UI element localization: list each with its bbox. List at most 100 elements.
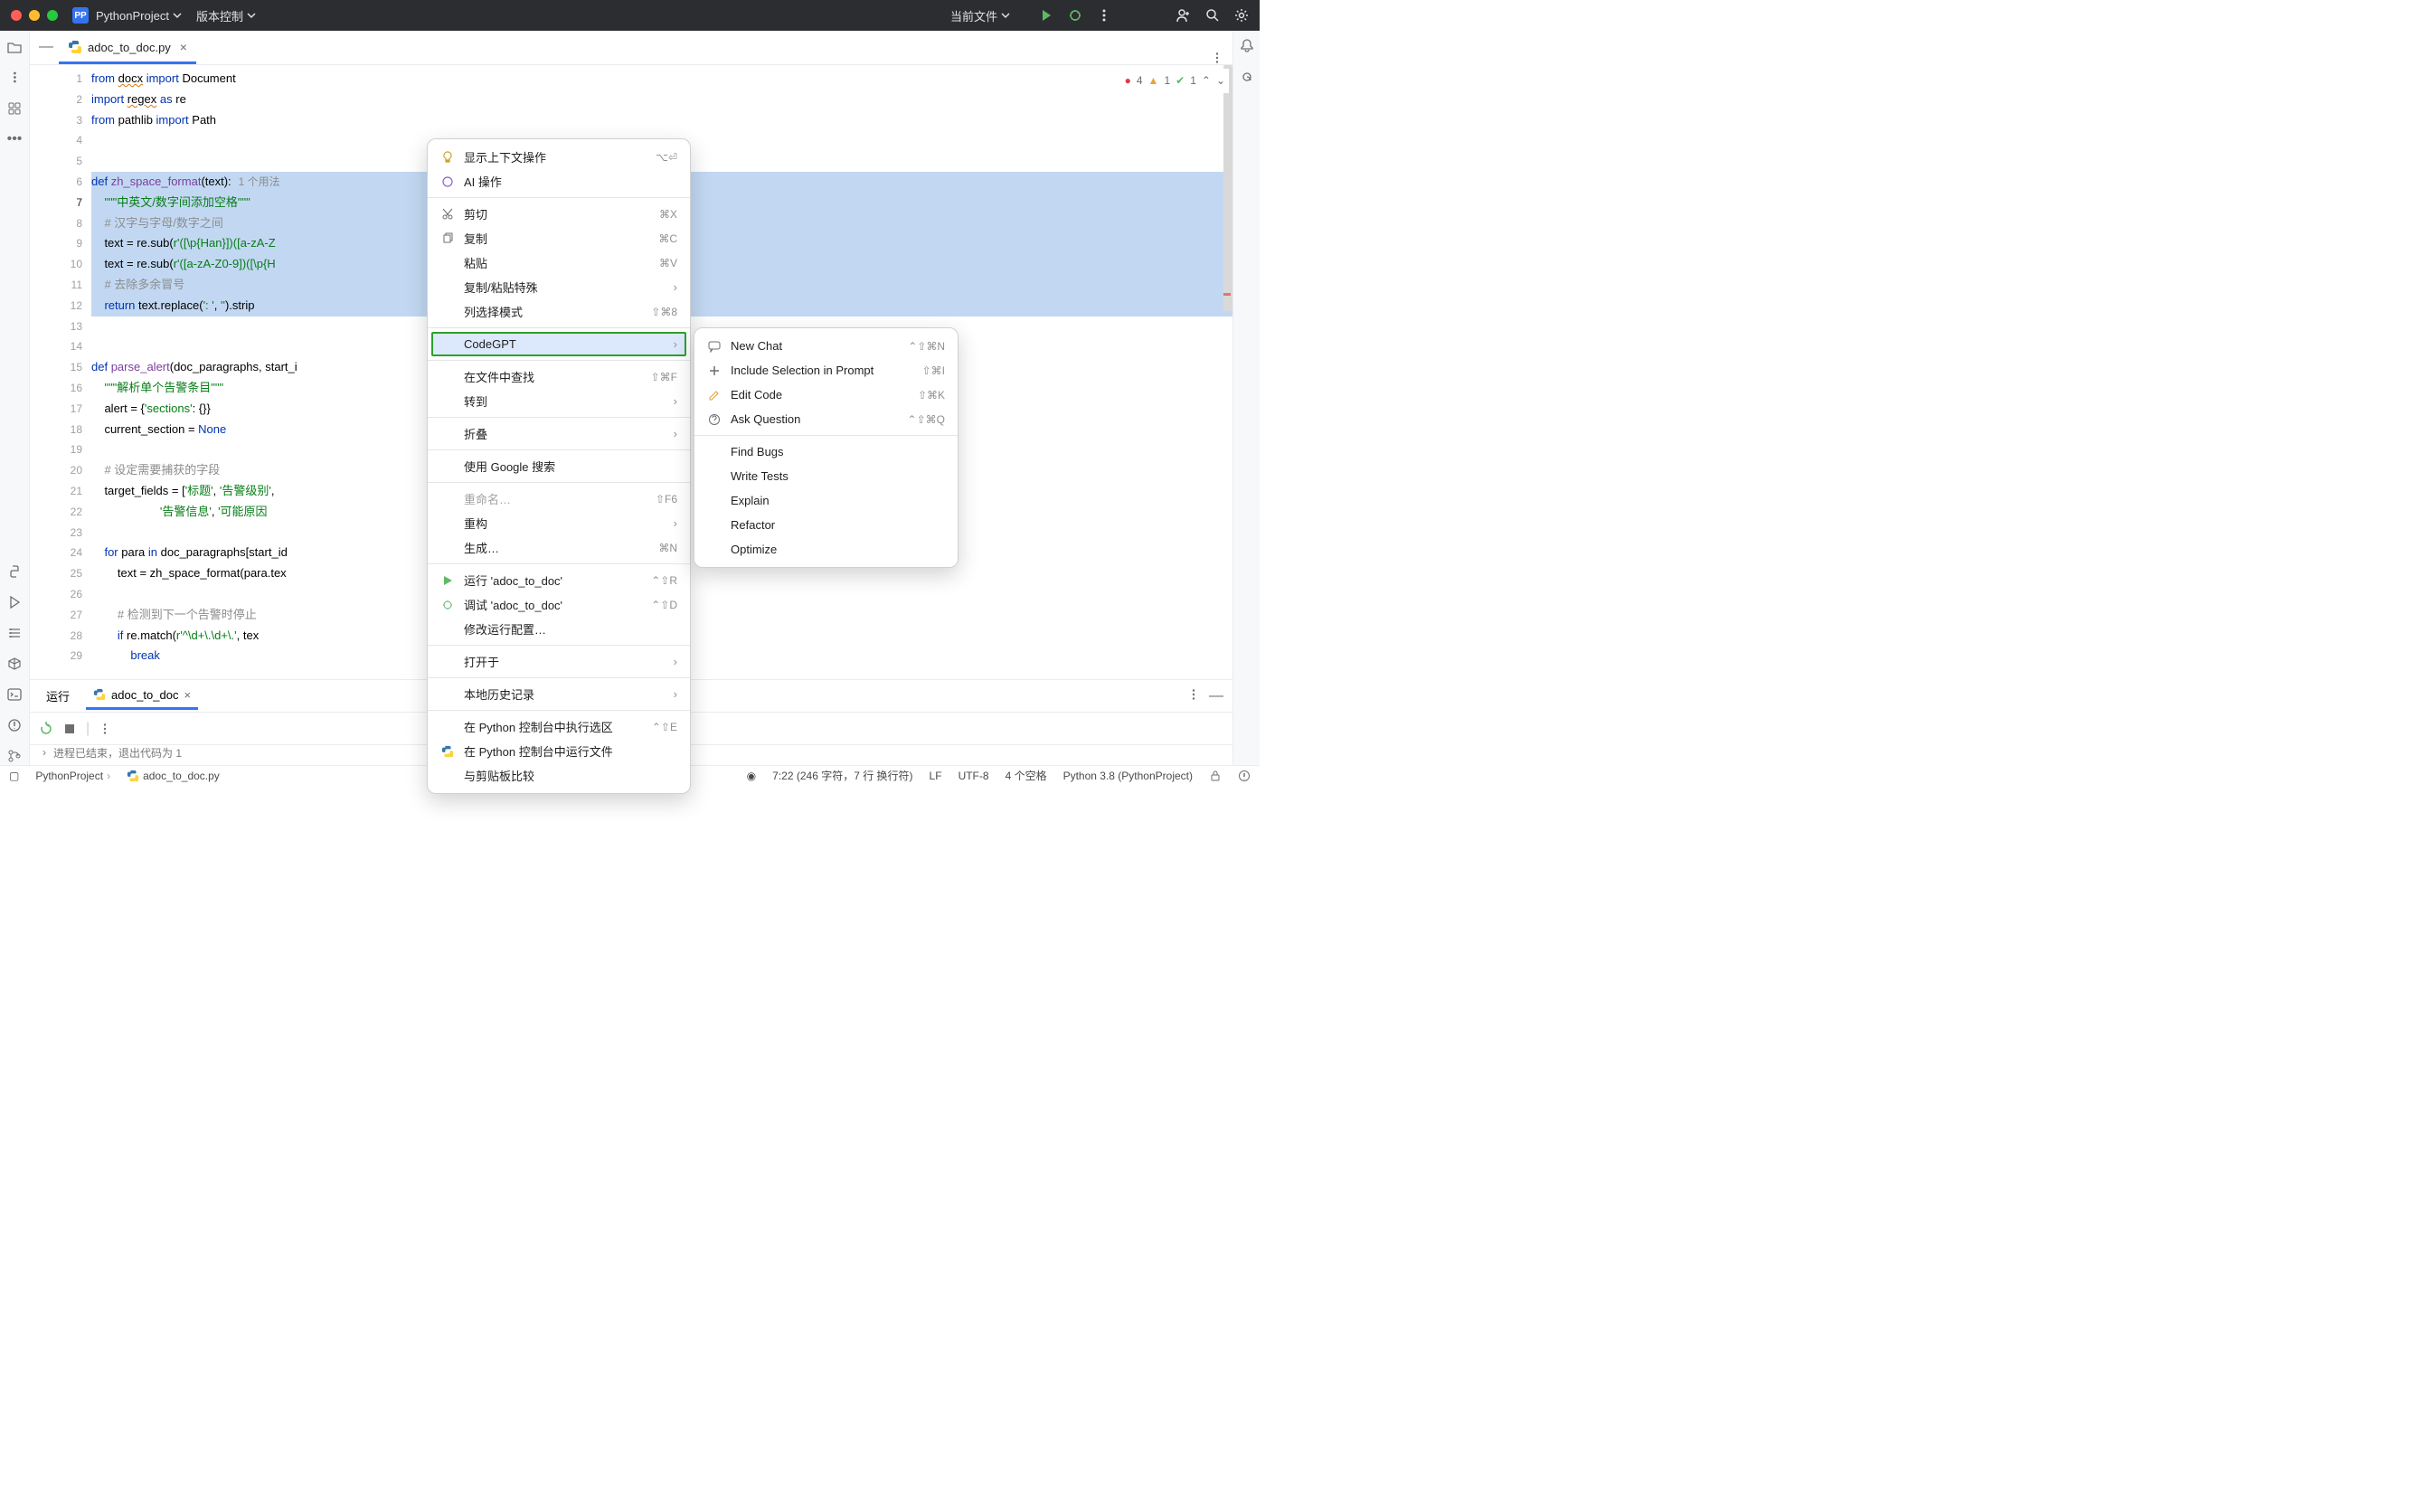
more-icon[interactable] xyxy=(1097,8,1111,23)
codegpt-submenu-item-2[interactable]: Edit Code⇧⌘K xyxy=(694,383,958,407)
notifications-icon[interactable] xyxy=(1240,38,1254,57)
context-menu-item-5[interactable]: 粘贴⌘V xyxy=(428,250,690,275)
codegpt-submenu-item-7[interactable]: Explain xyxy=(694,488,958,513)
context-menu-item-11[interactable]: 在文件中查找⇧⌘F xyxy=(428,364,690,389)
add-user-icon[interactable] xyxy=(1176,8,1191,23)
titlebar: PP PythonProject 版本控制 当前文件 xyxy=(0,0,1260,31)
context-menu-item-23[interactable]: 调试 'adoc_to_doc'⌃⇧D xyxy=(428,592,690,617)
search-icon[interactable] xyxy=(1205,8,1220,23)
menu-item-label: Edit Code xyxy=(731,388,909,402)
gear-icon[interactable] xyxy=(1234,8,1249,23)
packages-tool-icon[interactable] xyxy=(5,655,24,673)
commit-tool-icon[interactable] xyxy=(5,99,24,118)
project-tool-icon[interactable] xyxy=(5,38,24,56)
inspection-bar[interactable]: ●4 ▲1 ✔1 ⌃ ⌄ xyxy=(1121,69,1229,93)
codegpt-submenu-item-8[interactable]: Refactor xyxy=(694,513,958,537)
ai-icon xyxy=(440,175,455,189)
context-menu-item-22[interactable]: 运行 'adoc_to_doc'⌃⇧R xyxy=(428,568,690,592)
context-menu-item-20[interactable]: 生成…⌘N xyxy=(428,535,690,560)
stop-icon[interactable] xyxy=(62,722,77,736)
blank-icon xyxy=(440,337,455,352)
chevron-up-icon[interactable]: ⌃ xyxy=(1202,71,1211,91)
context-menu-item-0[interactable]: 显示上下文操作⌥⏎ xyxy=(428,145,690,169)
more-vertical-icon[interactable] xyxy=(1187,688,1200,701)
vcs-label: 版本控制 xyxy=(196,7,243,24)
project-selector[interactable]: PythonProject xyxy=(96,9,182,23)
rerun-icon[interactable] xyxy=(39,722,53,736)
run-tool-icon[interactable] xyxy=(5,593,24,611)
context-menu-item-28[interactable]: 本地历史记录› xyxy=(428,682,690,706)
shortcut: ⌃⇧⌘N xyxy=(908,340,945,353)
menu-item-label: New Chat xyxy=(731,339,899,353)
codegpt-submenu-item-6[interactable]: Write Tests xyxy=(694,464,958,488)
context-menu-item-3[interactable]: 剪切⌘X xyxy=(428,202,690,226)
chat-icon xyxy=(707,339,722,354)
context-menu-item-16[interactable]: 使用 Google 搜索 xyxy=(428,454,690,478)
close-tab-icon[interactable]: × xyxy=(180,40,187,54)
python-icon xyxy=(440,744,455,759)
cursor-position[interactable]: 7:22 (246 字符，7 行 换行符) xyxy=(772,768,912,783)
codegpt-submenu-item-5[interactable]: Find Bugs xyxy=(694,439,958,464)
debug-icon[interactable] xyxy=(1068,8,1082,23)
blank-icon xyxy=(707,494,722,508)
context-menu-item-32[interactable]: 与剪贴板比较 xyxy=(428,763,690,788)
context-menu-item-4[interactable]: 复制⌘C xyxy=(428,226,690,250)
context-menu-item-30[interactable]: 在 Python 控制台中执行选区⌃⇧E xyxy=(428,714,690,739)
context-menu-item-18: 重命名…⇧F6 xyxy=(428,487,690,511)
more-vertical-icon[interactable] xyxy=(1211,52,1223,64)
context-menu-item-7[interactable]: 列选择模式⇧⌘8 xyxy=(428,299,690,324)
more-tool-icon[interactable]: ••• xyxy=(5,130,24,148)
error-stripe[interactable] xyxy=(1222,65,1232,679)
context-menu-item-1[interactable]: AI 操作 xyxy=(428,169,690,194)
problems-tool-icon[interactable] xyxy=(5,716,24,734)
close-tab-icon[interactable]: × xyxy=(184,688,191,702)
minimize-panel-icon[interactable]: — xyxy=(1209,688,1223,704)
weak-count: 1 xyxy=(1190,71,1196,91)
vcs-tool-icon[interactable] xyxy=(5,747,24,765)
maximize-window[interactable] xyxy=(47,10,58,21)
close-window[interactable] xyxy=(11,10,22,21)
indent[interactable]: 4 个空格 xyxy=(1006,768,1047,783)
line-separator[interactable]: LF xyxy=(930,770,942,782)
interpreter[interactable]: Python 3.8 (PythonProject) xyxy=(1063,770,1193,782)
chevron-down-icon[interactable]: ⌄ xyxy=(1216,71,1225,91)
terminal-tool-icon[interactable] xyxy=(5,685,24,704)
structure-tool-icon[interactable]: ••• xyxy=(5,69,24,87)
menu-item-label: 生成… xyxy=(464,539,649,556)
context-menu-item-19[interactable]: 重构› xyxy=(428,511,690,535)
encoding[interactable]: UTF-8 xyxy=(959,770,989,782)
context-menu-item-31[interactable]: 在 Python 控制台中运行文件 xyxy=(428,739,690,763)
minimize-window[interactable] xyxy=(29,10,40,21)
run-config-selector[interactable]: 当前文件 xyxy=(950,7,1010,24)
codegpt-submenu-item-0[interactable]: New Chat ⌃⇧⌘N xyxy=(694,334,958,358)
chevron-down-icon xyxy=(247,11,256,20)
context-menu-item-24[interactable]: 修改运行配置… xyxy=(428,617,690,641)
codegpt-submenu-item-1[interactable]: Include Selection in Prompt⇧⌘I xyxy=(694,358,958,383)
python-console-icon[interactable] xyxy=(5,562,24,581)
context-menu-item-14[interactable]: 折叠› xyxy=(428,421,690,446)
codegpt-submenu-item-3[interactable]: Ask Question⌃⇧⌘Q xyxy=(694,407,958,431)
problems-status-icon[interactable] xyxy=(1238,770,1251,782)
ai-assistant-icon[interactable] xyxy=(1240,70,1254,89)
run-config-tab[interactable]: adoc_to_doc × xyxy=(86,683,198,710)
run-icon[interactable] xyxy=(1039,8,1053,23)
context-menu-item-6[interactable]: 复制/粘贴特殊› xyxy=(428,275,690,299)
codegpt-status-icon[interactable]: ◉ xyxy=(747,770,756,782)
editor-tab[interactable]: adoc_to_doc.py × xyxy=(59,33,196,64)
readonly-icon[interactable] xyxy=(1209,770,1222,782)
menu-item-label: 运行 'adoc_to_doc' xyxy=(464,572,642,589)
services-tool-icon[interactable] xyxy=(5,624,24,642)
blank-icon xyxy=(440,541,455,555)
more-vertical-icon[interactable] xyxy=(99,723,111,735)
codegpt-submenu-item-9[interactable]: Optimize xyxy=(694,537,958,562)
chevron-right-icon[interactable]: › xyxy=(42,746,46,759)
collapse-button[interactable]: — xyxy=(33,30,59,64)
breadcrumb-file[interactable]: adoc_to_doc.py xyxy=(127,770,220,782)
context-menu-item-26[interactable]: 打开于› xyxy=(428,649,690,674)
shortcut: ⌃⇧⌘Q xyxy=(908,413,945,426)
context-menu-item-12[interactable]: 转到› xyxy=(428,389,690,413)
vcs-menu[interactable]: 版本控制 xyxy=(196,7,256,24)
breadcrumb-project[interactable]: PythonProject › xyxy=(35,770,110,782)
context-menu-item-9[interactable]: CodeGPT› xyxy=(431,332,686,356)
submenu-arrow-icon: › xyxy=(674,655,677,668)
